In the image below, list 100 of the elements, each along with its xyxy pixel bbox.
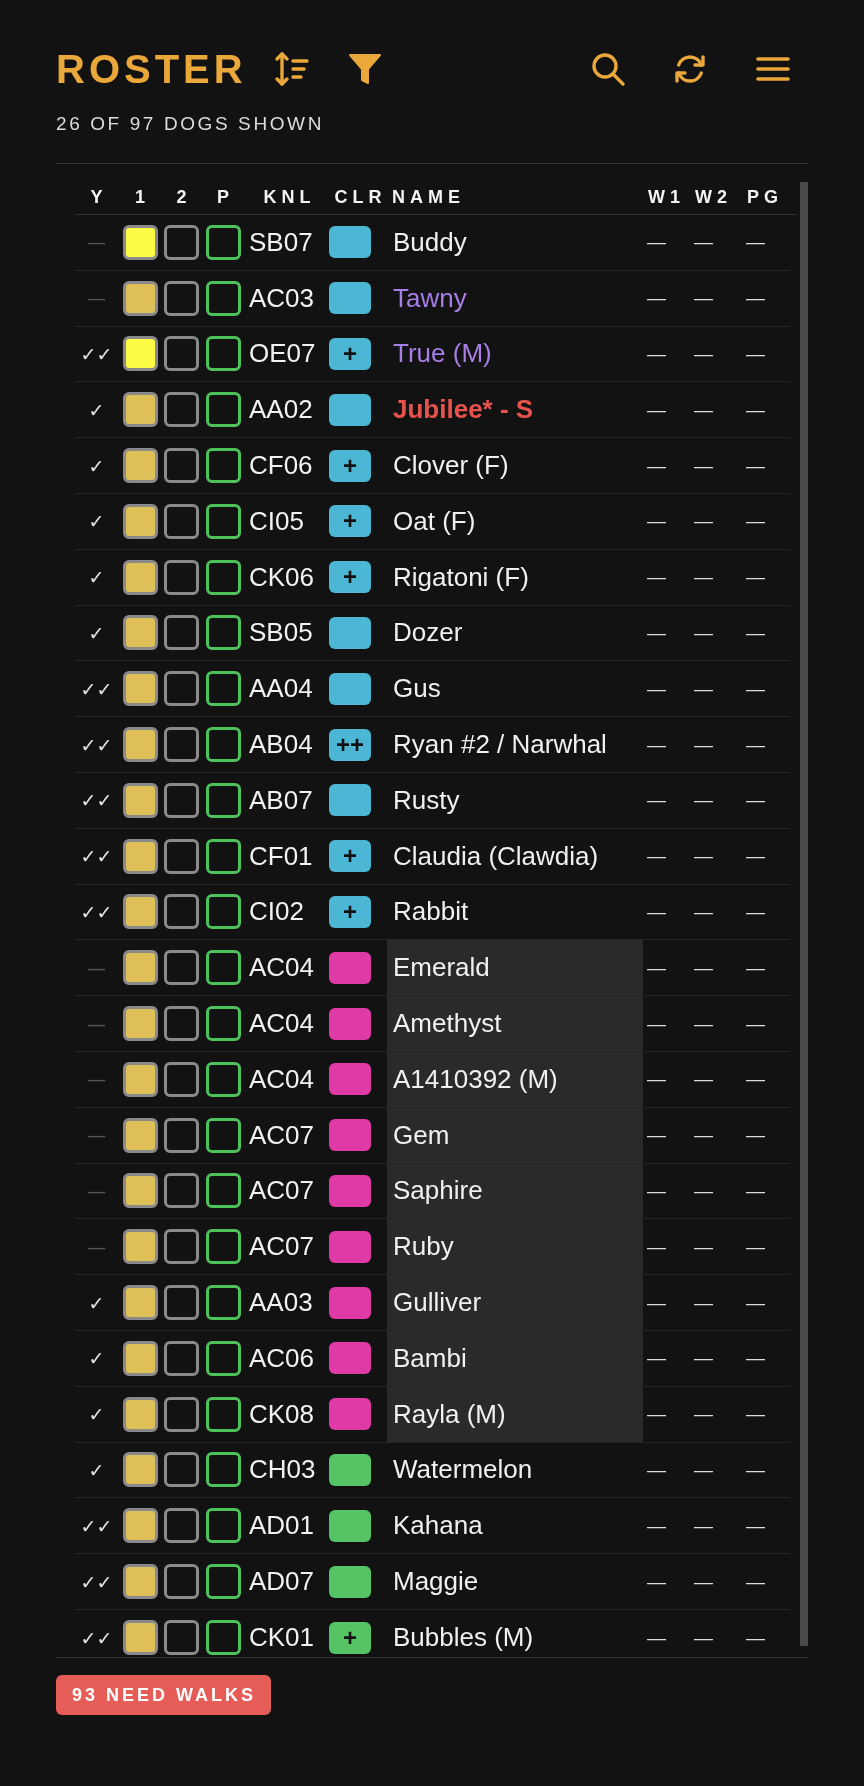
checkbox[interactable] — [122, 1117, 158, 1153]
checkbox[interactable] — [164, 1564, 199, 1599]
checkbox[interactable] — [205, 280, 241, 316]
checkbox[interactable] — [122, 224, 158, 260]
checkbox[interactable] — [122, 1061, 158, 1097]
checkbox[interactable] — [205, 1173, 241, 1209]
checkbox[interactable] — [205, 1396, 241, 1432]
color-tag[interactable]: + — [329, 505, 371, 538]
color-tag[interactable]: + — [329, 895, 371, 928]
checkbox[interactable] — [122, 392, 158, 428]
checkbox[interactable] — [164, 1340, 199, 1376]
dog-name[interactable]: Claudia (Clawdia) — [393, 840, 599, 872]
dog-name[interactable]: A1410392 (M) — [393, 1063, 558, 1095]
checkbox[interactable] — [205, 503, 241, 539]
dog-name[interactable]: Jubilee* - S — [393, 394, 534, 426]
dog-name[interactable]: Saphire — [393, 1175, 483, 1207]
checkbox[interactable] — [122, 1564, 158, 1599]
checkbox[interactable] — [205, 1061, 241, 1097]
checkbox[interactable] — [164, 1229, 199, 1265]
checkbox[interactable] — [164, 950, 199, 986]
checkbox[interactable] — [205, 1340, 241, 1376]
checkbox[interactable] — [205, 1285, 241, 1321]
checkbox[interactable] — [205, 1508, 241, 1544]
dog-name[interactable]: Rabbit — [393, 896, 469, 928]
checkbox[interactable] — [122, 1452, 158, 1488]
sort-icon[interactable] — [273, 51, 310, 87]
checkbox[interactable] — [205, 727, 241, 763]
dog-name[interactable]: Rigatoni (F) — [393, 561, 529, 593]
dog-name[interactable]: Rusty — [393, 784, 460, 816]
checkbox[interactable] — [122, 950, 158, 986]
checkbox[interactable] — [122, 336, 158, 372]
dog-name[interactable]: Bubbles (M) — [393, 1622, 534, 1654]
color-tag[interactable]: + — [329, 840, 371, 873]
checkbox[interactable] — [164, 1452, 199, 1488]
checkbox[interactable] — [122, 1173, 158, 1209]
checkbox[interactable] — [122, 280, 158, 316]
checkbox[interactable] — [122, 727, 158, 763]
dog-name[interactable]: Buddy — [393, 226, 467, 258]
checkbox[interactable] — [164, 1006, 199, 1042]
checkbox[interactable] — [164, 224, 199, 260]
checkbox[interactable] — [205, 559, 241, 595]
checkbox[interactable] — [205, 392, 241, 428]
checkbox[interactable] — [205, 1452, 241, 1488]
dog-name[interactable]: Gem — [393, 1119, 450, 1151]
checkbox[interactable] — [122, 1006, 158, 1042]
checkbox[interactable] — [122, 559, 158, 595]
checkbox[interactable] — [164, 838, 199, 874]
checkbox[interactable] — [164, 559, 199, 595]
checkbox[interactable] — [205, 1620, 241, 1656]
dog-name[interactable]: Rayla (M) — [393, 1398, 506, 1430]
checkbox[interactable] — [164, 1061, 199, 1097]
color-tag[interactable]: + — [329, 449, 371, 482]
checkbox[interactable] — [122, 503, 158, 539]
checkbox[interactable] — [164, 615, 199, 651]
checkbox[interactable] — [205, 336, 241, 372]
dog-name[interactable]: Gus — [393, 673, 441, 705]
checkbox[interactable] — [164, 1173, 199, 1209]
dog-name[interactable]: Dozer — [393, 617, 463, 649]
dog-name[interactable]: Tawny — [393, 282, 467, 314]
checkbox[interactable] — [122, 615, 158, 651]
checkbox[interactable] — [205, 671, 241, 707]
checkbox[interactable] — [205, 448, 241, 484]
checkbox[interactable] — [205, 615, 241, 651]
checkbox[interactable] — [205, 838, 241, 874]
dog-name[interactable]: Emerald — [393, 952, 490, 984]
dog-name[interactable]: Oat (F) — [393, 505, 476, 537]
color-tag[interactable]: ++ — [329, 728, 371, 761]
checkbox[interactable] — [164, 448, 199, 484]
checkbox[interactable] — [205, 224, 241, 260]
color-tag[interactable]: + — [329, 338, 371, 370]
dog-name[interactable]: Watermelon — [393, 1454, 533, 1486]
checkbox[interactable] — [122, 1620, 158, 1656]
dog-name[interactable]: Ruby — [393, 1231, 454, 1263]
checkbox[interactable] — [122, 448, 158, 484]
checkbox[interactable] — [205, 950, 241, 986]
checkbox[interactable] — [122, 1285, 158, 1321]
checkbox[interactable] — [164, 782, 199, 818]
checkbox[interactable] — [164, 727, 199, 763]
checkbox[interactable] — [122, 838, 158, 874]
filter-icon[interactable] — [346, 51, 383, 87]
dog-name[interactable]: Amethyst — [393, 1008, 502, 1040]
checkbox[interactable] — [122, 1508, 158, 1544]
color-tag[interactable]: + — [329, 561, 371, 594]
dog-name[interactable]: Clover (F) — [393, 450, 509, 482]
checkbox[interactable] — [164, 503, 199, 539]
checkbox[interactable] — [164, 1117, 199, 1153]
checkbox[interactable] — [205, 782, 241, 818]
checkbox[interactable] — [164, 1508, 199, 1544]
dog-name[interactable]: Ryan #2 / Narwhal — [393, 729, 607, 761]
dog-name[interactable]: Bambi — [393, 1342, 467, 1374]
checkbox[interactable] — [164, 280, 199, 316]
checkbox[interactable] — [164, 1620, 199, 1656]
checkbox[interactable] — [205, 1006, 241, 1042]
checkbox[interactable] — [164, 392, 199, 428]
checkbox[interactable] — [122, 1229, 158, 1265]
checkbox[interactable] — [164, 1396, 199, 1432]
search-icon[interactable] — [590, 51, 626, 87]
dog-name[interactable]: Kahana — [393, 1510, 483, 1542]
checkbox[interactable] — [164, 671, 199, 707]
checkbox[interactable] — [122, 671, 158, 707]
